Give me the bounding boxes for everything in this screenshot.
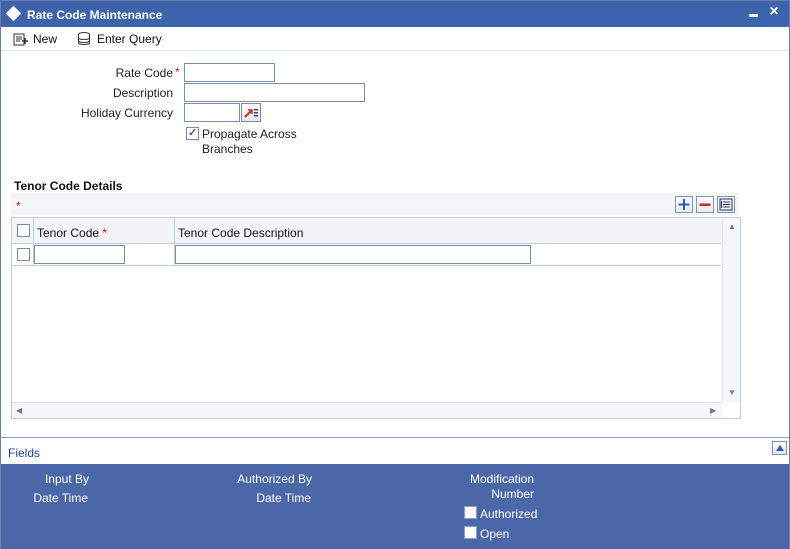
rate-code-label: Rate Code (61, 66, 173, 80)
list-view-icon (719, 198, 733, 211)
description-input[interactable] (184, 83, 365, 102)
scroll-down-arrow-icon[interactable]: ▼ (728, 388, 736, 397)
rate-code-label-text: Rate Code (115, 66, 173, 80)
tenor-grid-header: Tenor Code * Tenor Code Description (12, 218, 721, 244)
enter-query-button[interactable]: Enter Query (77, 30, 162, 48)
holiday-currency-input[interactable] (184, 103, 240, 122)
minus-icon (699, 203, 711, 206)
scroll-left-arrow-icon[interactable]: ◀ (16, 406, 22, 415)
rate-code-maintenance-window: Rate Code Maintenance × New Enter Query … (0, 0, 790, 549)
minimize-button[interactable] (747, 6, 761, 20)
column-separator (33, 218, 34, 244)
authorized-date-time-label: Date Time (256, 491, 311, 505)
holiday-currency-label: Holiday Currency (80, 106, 173, 120)
tenor-required-mark: * (16, 199, 21, 213)
authorized-by-label: Authorized By (237, 472, 312, 486)
propagate-label-line1: Propagate Across (202, 127, 297, 141)
tenor-code-grid: Tenor Code * Tenor Code Description ▲ ▼ … (11, 217, 741, 419)
description-label: Description (112, 86, 173, 100)
plus-icon (678, 199, 690, 210)
tenor-grid-toolbar: * (11, 193, 739, 215)
app-diamond-icon (5, 5, 22, 22)
tenor-code-required-mark: * (102, 226, 108, 240)
tenor-code-input[interactable] (34, 245, 125, 264)
new-record-icon (13, 33, 28, 46)
propagate-across-branches-label: Propagate Across Branches (202, 127, 297, 157)
select-all-checkbox[interactable] (17, 224, 30, 237)
tenor-code-description-input[interactable] (175, 245, 531, 264)
open-checkbox[interactable] (464, 526, 477, 539)
delete-row-button[interactable] (696, 196, 714, 213)
scroll-right-arrow-icon[interactable]: ▶ (710, 406, 716, 415)
fields-bar: Fields (1, 437, 789, 464)
authorized-checkbox[interactable] (464, 506, 477, 519)
fields-link[interactable]: Fields (8, 446, 40, 460)
vertical-scrollbar[interactable]: ▲ ▼ (722, 218, 740, 402)
new-button-label: New (33, 32, 58, 46)
rate-code-required-mark: * (175, 65, 180, 79)
enter-query-button-label: Enter Query (97, 32, 162, 46)
input-by-label: Input By (44, 472, 89, 486)
title-bar: Rate Code Maintenance × (1, 1, 789, 27)
propagate-label-line2: Branches (202, 142, 253, 156)
collapse-up-button[interactable] (772, 441, 787, 455)
holiday-currency-lov-button[interactable] (241, 103, 261, 122)
list-of-values-icon (244, 109, 258, 118)
column-separator (174, 218, 175, 244)
toolbar: New Enter Query (1, 27, 789, 51)
tenor-code-column-header: Tenor Code * (37, 226, 107, 240)
database-query-icon (78, 32, 90, 45)
add-row-button[interactable] (675, 196, 693, 213)
window-title: Rate Code Maintenance (27, 8, 163, 22)
close-button[interactable]: × (767, 4, 781, 20)
tenor-code-description-column-header: Tenor Code Description (178, 226, 304, 240)
modification-label-line2: Number (491, 487, 534, 501)
rate-code-input[interactable] (184, 63, 275, 82)
tenor-code-details-title: Tenor Code Details (14, 179, 123, 193)
row-select-checkbox[interactable] (17, 248, 30, 261)
date-time-label: Date Time (33, 491, 88, 505)
audit-panel: Input By Date Time Authorized By Date Ti… (1, 464, 789, 549)
scroll-up-arrow-icon[interactable]: ▲ (728, 222, 736, 231)
authorized-label: Authorized (480, 507, 538, 521)
tenor-code-header-text: Tenor Code (37, 226, 100, 240)
single-record-view-button[interactable] (717, 196, 735, 213)
propagate-across-branches-checkbox[interactable] (186, 126, 199, 140)
open-label: Open (480, 527, 510, 541)
new-button[interactable]: New (13, 30, 57, 48)
modification-label-line1: Modification (469, 472, 534, 486)
horizontal-scrollbar[interactable]: ◀ ▶ (12, 402, 722, 418)
table-row (12, 244, 721, 266)
